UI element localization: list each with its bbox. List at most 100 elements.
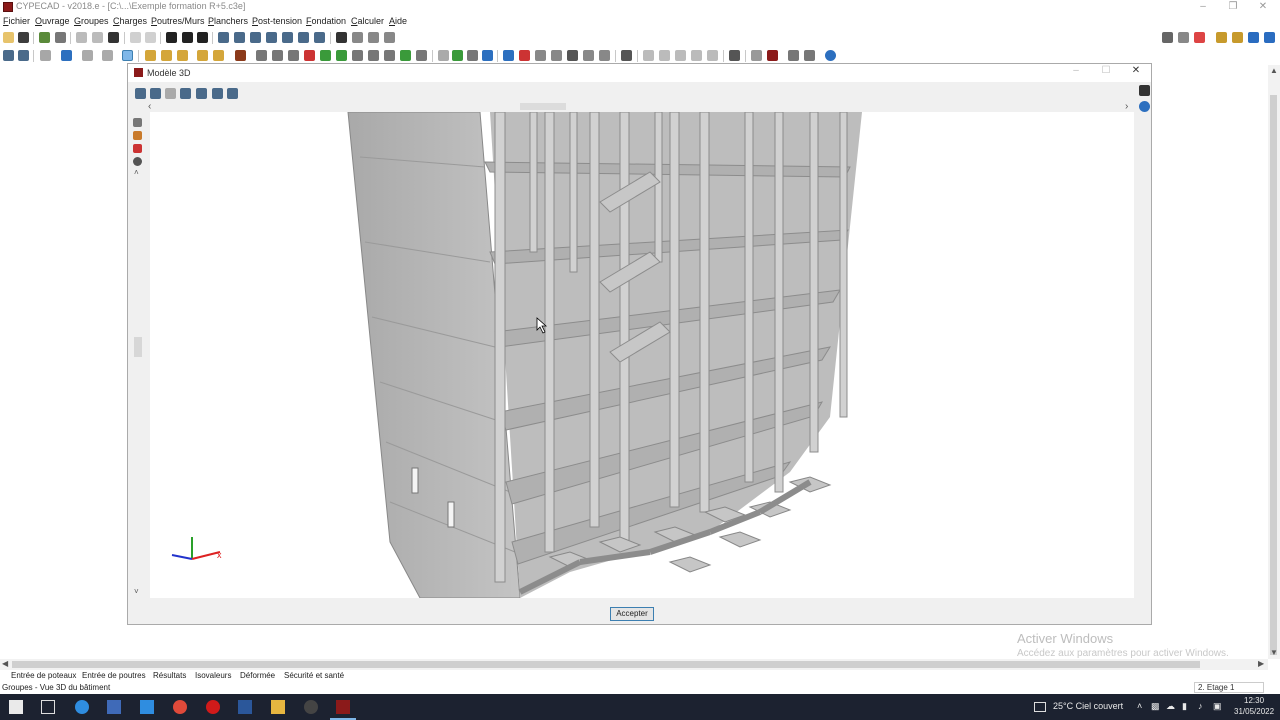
menu-calculer[interactable]: Calculer: [351, 16, 384, 26]
menu-fondation[interactable]: Fondation: [306, 16, 346, 26]
tool-e-icon[interactable]: [567, 50, 578, 61]
tray-chevron-icon[interactable]: ˄: [1137, 701, 1142, 711]
tab-deformee[interactable]: Déformée: [240, 671, 275, 680]
zoom-in-icon[interactable]: [234, 32, 245, 43]
accept-button[interactable]: Accepter: [610, 607, 654, 621]
menu-post-tension[interactable]: Post-tension: [252, 16, 302, 26]
word-icon[interactable]: [238, 700, 252, 714]
rotate-icon[interactable]: [288, 50, 299, 61]
tray-language-icon[interactable]: ▣: [1213, 701, 1222, 712]
tray-onedrive-icon[interactable]: ☁: [1166, 701, 1175, 712]
cypecad-taskbar-icon[interactable]: [336, 700, 350, 714]
wizard-icon[interactable]: [55, 32, 66, 43]
table-icon[interactable]: [729, 50, 740, 61]
box-view-icon[interactable]: [133, 131, 142, 140]
chrome-icon[interactable]: [173, 700, 187, 714]
elevation-icon[interactable]: [18, 50, 29, 61]
menu-planchers[interactable]: Planchers: [208, 16, 248, 26]
slab-icon[interactable]: [197, 50, 208, 61]
restore-button[interactable]: ❐: [1218, 0, 1248, 15]
tab-isovaleurs[interactable]: Isovaleurs: [195, 671, 231, 680]
mail-icon[interactable]: [140, 700, 154, 714]
scroll-thumb[interactable]: [1270, 95, 1277, 655]
line-icon[interactable]: [482, 50, 493, 61]
pan-icon[interactable]: [298, 32, 309, 43]
rotate-view-icon[interactable]: [133, 118, 142, 127]
dialog-close-button[interactable]: ✕: [1121, 64, 1151, 79]
menu-ouvrage[interactable]: Ouvrage: [35, 16, 70, 26]
menu-groupes[interactable]: Groupes: [74, 16, 109, 26]
dimension-icon[interactable]: [352, 32, 363, 43]
zoom-all-icon[interactable]: [227, 88, 238, 99]
column-icon[interactable]: [145, 50, 156, 61]
help-icon[interactable]: [1264, 32, 1275, 43]
tab-entree-poutres[interactable]: Entrée de poutres: [82, 671, 146, 680]
section-icon[interactable]: [467, 50, 478, 61]
tool-b-icon[interactable]: [519, 50, 530, 61]
pan-right-icon[interactable]: ›: [1125, 101, 1128, 112]
arrow-green-icon[interactable]: [320, 50, 331, 61]
grid-icon[interactable]: [76, 32, 87, 43]
zoom-window-icon[interactable]: [135, 88, 146, 99]
tab-entree-poteaux[interactable]: Entrée de poteaux: [11, 671, 76, 680]
flag-icon[interactable]: [452, 50, 463, 61]
tab-resultats[interactable]: Résultats: [153, 671, 186, 680]
print-icon[interactable]: [1162, 32, 1173, 43]
angle-icon[interactable]: [368, 32, 379, 43]
horizontal-scrollbar[interactable]: ◀ ▶: [0, 659, 1268, 670]
opera-icon[interactable]: [206, 700, 220, 714]
web-icon[interactable]: [1248, 32, 1259, 43]
hand-icon[interactable]: [82, 50, 93, 61]
report-icon[interactable]: [767, 50, 778, 61]
tool-c-icon[interactable]: [535, 50, 546, 61]
scroll-up-icon[interactable]: ▲: [1270, 66, 1278, 75]
brick-icon[interactable]: [235, 50, 246, 61]
tool-i-icon[interactable]: [643, 50, 654, 61]
select-icon[interactable]: [92, 32, 103, 43]
recorder-icon[interactable]: [304, 700, 318, 714]
level-down-icon[interactable]: [182, 32, 193, 43]
collapse-down-icon[interactable]: ˅: [134, 587, 139, 596]
splitter-handle[interactable]: [134, 337, 142, 357]
minimize-button[interactable]: –: [1188, 0, 1218, 15]
clock-date[interactable]: 31/05/2022: [1234, 707, 1274, 716]
drawing-icon[interactable]: [788, 50, 799, 61]
undo-icon[interactable]: [130, 32, 141, 43]
vertical-scrollbar[interactable]: ▲ ▼: [1268, 65, 1280, 659]
move-icon[interactable]: [272, 50, 283, 61]
redo-icon[interactable]: [145, 32, 156, 43]
pan-left-icon[interactable]: ‹: [148, 101, 151, 112]
tray-volume-icon[interactable]: ♪: [1198, 701, 1203, 711]
zoom-extent-icon[interactable]: [165, 88, 176, 99]
tool-h-icon[interactable]: [621, 50, 632, 61]
windows-start-icon[interactable]: [9, 700, 23, 714]
level-list-icon[interactable]: [197, 32, 208, 43]
tree-icon[interactable]: [39, 32, 50, 43]
assign-icon[interactable]: [400, 50, 411, 61]
tray-network-icon[interactable]: ▩: [1151, 701, 1160, 712]
menu-charges[interactable]: Charges: [113, 16, 147, 26]
sphere-icon[interactable]: [133, 157, 142, 166]
draw-icon[interactable]: [40, 50, 51, 61]
store-icon[interactable]: [107, 700, 121, 714]
error-icon[interactable]: [1194, 32, 1205, 43]
close-button[interactable]: ✕: [1248, 0, 1278, 15]
edit-icon[interactable]: [352, 50, 363, 61]
copy-icon[interactable]: [256, 50, 267, 61]
zoom-out-icon[interactable]: [250, 32, 261, 43]
render-icon[interactable]: [133, 144, 142, 153]
scroll-down-icon[interactable]: ▼: [1270, 648, 1278, 657]
save-icon[interactable]: [18, 32, 29, 43]
list-icon[interactable]: [416, 50, 427, 61]
pan-icon[interactable]: [212, 88, 223, 99]
file-explorer-icon[interactable]: [271, 700, 285, 714]
weather-icon[interactable]: [1034, 702, 1046, 712]
text-icon[interactable]: [336, 32, 347, 43]
tool-l-icon[interactable]: [691, 50, 702, 61]
arrow-green-2-icon[interactable]: [336, 50, 347, 61]
edge-icon[interactable]: [75, 700, 89, 714]
layers-icon[interactable]: [61, 50, 72, 61]
open-icon[interactable]: [3, 32, 14, 43]
info-icon[interactable]: [825, 50, 836, 61]
top-splitter-handle[interactable]: [520, 103, 566, 110]
